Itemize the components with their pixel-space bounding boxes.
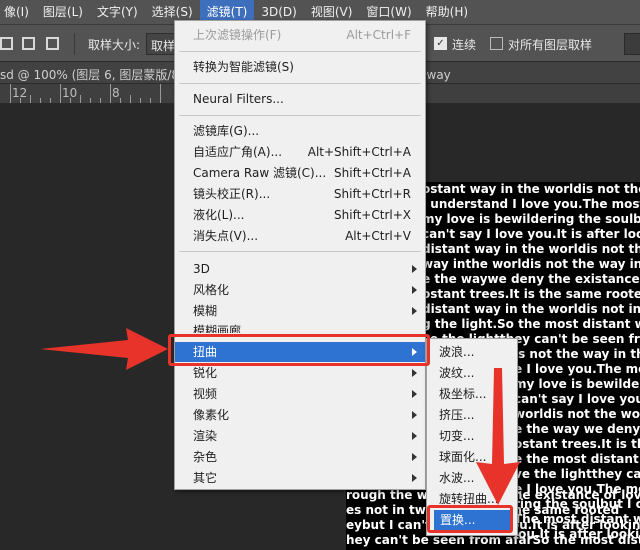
sample-all-layers-checkbox[interactable] xyxy=(490,37,503,50)
photoshop-window: 像(I) 图层(L) 文字(Y) 选择(S) 滤镜(T) 3D(D) 视图(V)… xyxy=(0,0,640,550)
canvas-text-line: ostant trees.It is the same rooted xyxy=(422,287,640,301)
submenu-other[interactable]: 其它 xyxy=(175,468,425,488)
menu-help[interactable]: 帮助(H) xyxy=(419,0,475,24)
submenu-arrow-icon xyxy=(412,432,417,440)
submenu-stylize[interactable]: 风格化 xyxy=(175,280,425,300)
menu-divider xyxy=(179,51,421,52)
submenu-arrow-icon xyxy=(412,265,417,273)
new-selection-icon[interactable] xyxy=(0,37,13,50)
distort-highlight-box xyxy=(168,334,430,366)
canvas-text-line: my love is bewildering the soulbut I c xyxy=(514,377,640,391)
submenu-render[interactable]: 渲染 xyxy=(175,426,425,446)
menu-type[interactable]: 文字(Y) xyxy=(90,0,145,24)
ruler-label: 8 xyxy=(112,86,120,100)
canvas-text-line: e the way we deny the existance of lo xyxy=(514,422,640,436)
canvas-text-line: ve the lightthey can't be seen from afar xyxy=(514,467,640,481)
submenu-3d[interactable]: 3D xyxy=(175,259,425,279)
menu-layer[interactable]: 图层(L) xyxy=(36,0,90,24)
vanishing-point-item[interactable]: 消失点(V)... Alt+Ctrl+V xyxy=(175,226,425,246)
canvas-text-line: distant way in the worldis not in th xyxy=(422,302,640,316)
canvas-text-line: can't say I love you.It is after looking xyxy=(422,227,640,241)
submenu-arrow-icon xyxy=(412,369,417,377)
submenu-blur[interactable]: 模糊 xyxy=(175,301,425,321)
neural-filters-item[interactable]: Neural Filters... xyxy=(175,89,425,109)
sample-all-layers-label: 对所有图层取样 xyxy=(508,38,593,52)
submenu-arrow-icon xyxy=(412,453,417,461)
menu-divider xyxy=(179,115,421,116)
canvas-text-line: g the light.So the most distant way xyxy=(422,317,640,331)
submenu-arrow-icon xyxy=(412,411,417,419)
refine-button[interactable] xyxy=(624,33,640,55)
submenu-arrow-icon xyxy=(412,390,417,398)
filter-menu: 上次滤镜操作(F) Alt+Ctrl+F 转换为智能滤镜(S) Neural F… xyxy=(174,20,426,490)
canvas-text-line: i understand I love you.The most d xyxy=(422,197,640,211)
contiguous-checkbox[interactable]: ✓ xyxy=(434,37,447,50)
submenu-blur-gallery[interactable]: 模糊画廊 xyxy=(175,321,425,333)
canvas-text-line: is not the way in the worldis not the xyxy=(514,347,640,361)
toolbar-divider xyxy=(74,33,75,55)
displace-highlight-box xyxy=(427,505,513,533)
subtract-selection-icon[interactable] xyxy=(46,37,59,50)
submenu-arrow-icon xyxy=(412,307,417,315)
last-filter-item[interactable]: 上次滤镜操作(F) Alt+Ctrl+F xyxy=(175,25,425,45)
submenu-arrow-icon xyxy=(412,474,417,482)
submenu-pixelate[interactable]: 像素化 xyxy=(175,405,425,425)
filter-gallery-item[interactable]: 滤镜库(G)... xyxy=(175,121,425,141)
contiguous-label: 连续 xyxy=(452,38,477,52)
camera-raw-filter-item[interactable]: Camera Raw 滤镜(C)... Shift+Ctrl+A xyxy=(175,163,425,183)
lens-correction-item[interactable]: 镜头校正(R)... Shift+Ctrl+R xyxy=(175,184,425,204)
menu-divider xyxy=(179,251,421,252)
menu-image[interactable]: 像(I) xyxy=(0,0,36,24)
canvas-text-line: e the most distant way xyxy=(514,452,640,466)
canvas-text-line: ostant way in the worldis not the xyxy=(422,182,640,196)
adaptive-wide-angle-item[interactable]: 自适应广角(A)... Alt+Shift+Ctrl+A xyxy=(175,142,425,162)
convert-smart-filter-item[interactable]: 转换为智能滤镜(S) xyxy=(175,57,425,77)
submenu-sharpen[interactable]: 锐化 xyxy=(175,363,425,383)
canvas-text-line: e I love you.The most distant way xyxy=(514,362,640,376)
submenu-arrow-icon xyxy=(412,286,417,294)
canvas-text-line: can't say I love you.It is after looking xyxy=(514,392,640,406)
down-pointer-arrow-icon xyxy=(476,368,520,505)
wave-item[interactable]: 波浪... xyxy=(427,342,517,362)
sample-size-label: 取样大小: xyxy=(88,38,141,52)
canvas-text-line: distant way in the worldis not that I' xyxy=(422,242,640,256)
add-selection-icon[interactable] xyxy=(22,37,35,50)
liquify-item[interactable]: 液化(L)... Shift+Ctrl+X xyxy=(175,205,425,225)
menu-divider xyxy=(179,83,421,84)
submenu-noise[interactable]: 杂色 xyxy=(175,447,425,467)
canvas-text-line: worldis not the worldis not that I'm xyxy=(514,407,640,421)
canvas-text-line: my love is bewildering the soulbut I c xyxy=(422,212,640,226)
canvas-text-line: way inthe worldis not the way in the xyxy=(422,257,640,271)
left-pointer-arrow-icon xyxy=(40,328,168,370)
canvas-text-line: e the waywe deny the existance of lo xyxy=(422,272,640,286)
canvas-text-line: ostant trees.It is the same rooted xyxy=(514,437,640,451)
submenu-video[interactable]: 视频 xyxy=(175,384,425,404)
